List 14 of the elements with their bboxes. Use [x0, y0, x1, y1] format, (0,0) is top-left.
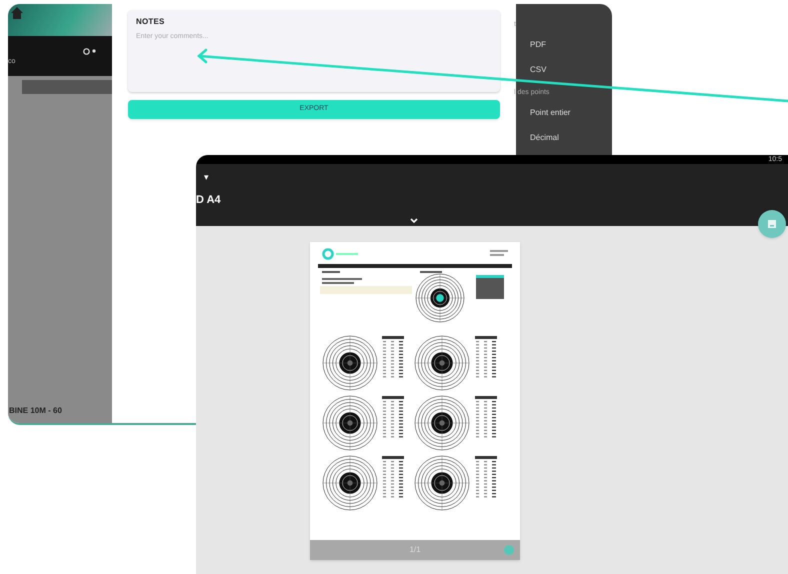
ring-icon	[83, 48, 90, 54]
caret-icon[interactable]: ▾	[204, 172, 209, 182]
menu-item[interactable]: CSV	[516, 57, 612, 82]
dot-icon	[92, 49, 96, 53]
home-icon[interactable]	[10, 6, 24, 20]
header-title: D A4	[196, 193, 221, 208]
chevron-down-icon[interactable]	[410, 218, 418, 224]
sidebar-footer-text: BINE 10M - 60	[8, 405, 63, 417]
menu-item[interactable]: Point entier	[516, 100, 612, 125]
download-icon	[767, 219, 777, 229]
menu-item[interactable]: Décimal	[516, 125, 612, 150]
menu-item[interactable]: PDF	[516, 32, 612, 57]
notes-title: NOTES	[136, 16, 165, 28]
check-circle-icon[interactable]	[504, 545, 514, 555]
